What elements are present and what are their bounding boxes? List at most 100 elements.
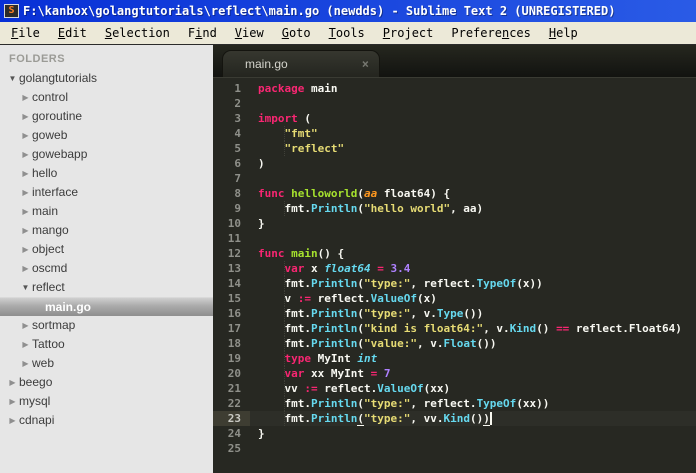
sidebar-item-main[interactable]: ▶ main	[0, 202, 213, 221]
menu-selection[interactable]: Selection	[96, 23, 179, 44]
sidebar-item-object[interactable]: ▶ object	[0, 240, 213, 259]
token: "kind is float64:"	[363, 322, 484, 335]
line-number: 25	[227, 442, 241, 455]
code-text: "fmt"	[250, 126, 696, 141]
sidebar-item-interface[interactable]: ▶ interface	[0, 183, 213, 202]
sidebar-item-mango[interactable]: ▶ mango	[0, 221, 213, 240]
code-line[interactable]: 19 type MyInt int	[213, 351, 696, 366]
code-line[interactable]: 5 "reflect"	[213, 141, 696, 156]
chevron-right-icon[interactable]: ▶	[19, 202, 32, 221]
code-line[interactable]: 15 v := reflect.ValueOf(x)	[213, 291, 696, 306]
line-number: 16	[227, 307, 241, 320]
sidebar-item-reflect[interactable]: ▼ reflect	[0, 278, 213, 297]
menu-file[interactable]: File	[2, 23, 49, 44]
code-line[interactable]: 20 var xx MyInt = 7	[213, 366, 696, 381]
line-number: 8	[234, 187, 241, 200]
token: (	[297, 112, 311, 125]
code-line[interactable]: 8 func helloworld(aa float64) {	[213, 186, 696, 201]
code-line[interactable]: 18 fmt.Println("value:", v.Float())	[213, 336, 696, 351]
code-line[interactable]: 10}	[213, 216, 696, 231]
code-line[interactable]: 11	[213, 231, 696, 246]
code-line[interactable]: 22 fmt.Println("type:", reflect.TypeOf(x…	[213, 396, 696, 411]
sidebar-item-goweb[interactable]: ▶ goweb	[0, 126, 213, 145]
chevron-right-icon[interactable]: ▶	[19, 183, 32, 202]
chevron-right-icon[interactable]: ▶	[19, 88, 32, 107]
token: ()	[469, 412, 484, 425]
chevron-down-icon[interactable]: ▼	[6, 69, 19, 88]
sidebar-item-main-go[interactable]: main.go	[0, 297, 213, 316]
code-line[interactable]: 23 fmt.Println("type:", vv.Kind())	[213, 411, 696, 426]
sidebar-item-goroutine[interactable]: ▶ goroutine	[0, 107, 213, 126]
sidebar-item-oscmd[interactable]: ▶ oscmd	[0, 259, 213, 278]
sidebar-item-golangtutorials[interactable]: ▼ golangtutorials	[0, 69, 213, 88]
code-line[interactable]: 24}	[213, 426, 696, 441]
menu-find[interactable]: Find	[179, 23, 226, 44]
code-editor[interactable]: 1 package main 2 3 import (4 "fmt" 5 "reflect…	[213, 77, 696, 473]
chevron-right-icon[interactable]: ▶	[19, 126, 32, 145]
sidebar-item-mysql[interactable]: ▶ mysql	[0, 392, 213, 411]
code-line[interactable]: 4 "fmt"	[213, 126, 696, 141]
token: MyInt	[311, 352, 358, 365]
chevron-right-icon[interactable]: ▶	[6, 392, 19, 411]
sidebar-item-hello[interactable]: ▶ hello	[0, 164, 213, 183]
tab-main-go[interactable]: main.go ×	[222, 50, 380, 77]
code-text: fmt.Println("type:", reflect.TypeOf(xx))	[250, 396, 696, 411]
chevron-right-icon[interactable]: ▶	[19, 316, 32, 335]
token: () {	[317, 247, 345, 260]
chevron-right-icon[interactable]: ▶	[19, 164, 32, 183]
line-number: 6	[234, 157, 241, 170]
code-line[interactable]: 13 var x float64 = 3.4	[213, 261, 696, 276]
sidebar-item-gowebapp[interactable]: ▶ gowebapp	[0, 145, 213, 164]
code-line[interactable]: 2	[213, 96, 696, 111]
code-line[interactable]: 1 package main	[213, 81, 696, 96]
folders-header: FOLDERS	[9, 53, 66, 65]
chevron-down-icon[interactable]: ▼	[19, 278, 32, 297]
sidebar-item-control[interactable]: ▶ control	[0, 88, 213, 107]
menu-goto[interactable]: Goto	[273, 23, 320, 44]
code-line[interactable]: 7	[213, 171, 696, 186]
chevron-right-icon[interactable]: ▶	[19, 259, 32, 278]
code-line[interactable]: 6)	[213, 156, 696, 171]
code-line[interactable]: 25	[213, 441, 696, 456]
tree-item-label: main.go	[45, 299, 92, 314]
chevron-right-icon[interactable]: ▶	[6, 411, 19, 430]
token: "fmt"	[284, 127, 318, 140]
code-line[interactable]: 21 vv := reflect.ValueOf(xx)	[213, 381, 696, 396]
token: "type:"	[363, 412, 411, 425]
code-line[interactable]: 3 import (	[213, 111, 696, 126]
chevron-right-icon[interactable]: ▶	[19, 145, 32, 164]
menu-edit[interactable]: Edit	[49, 23, 96, 44]
code-line[interactable]: 9 fmt.Println("hello world", aa)	[213, 201, 696, 216]
sidebar-item-beego[interactable]: ▶ beego	[0, 373, 213, 392]
line-number: 21	[227, 382, 241, 395]
chevron-right-icon[interactable]: ▶	[19, 221, 32, 240]
menu-view[interactable]: View	[226, 23, 273, 44]
sidebar-item-tattoo[interactable]: ▶ Tattoo	[0, 335, 213, 354]
sidebar-item-cdnapi[interactable]: ▶ cdnapi	[0, 411, 213, 430]
chevron-right-icon[interactable]: ▶	[19, 335, 32, 354]
sidebar-item-sortmap[interactable]: ▶ sortmap	[0, 316, 213, 335]
close-icon[interactable]: ×	[362, 57, 369, 71]
chevron-right-icon[interactable]: ▶	[6, 373, 19, 392]
menu-preferences[interactable]: Preferences	[442, 23, 540, 44]
code-line[interactable]: 14 fmt.Println("type:", reflect.TypeOf(x…	[213, 276, 696, 291]
menu-tools[interactable]: Tools	[320, 23, 374, 44]
sidebar-item-web[interactable]: ▶ web	[0, 354, 213, 373]
chevron-right-icon[interactable]: ▶	[19, 107, 32, 126]
chevron-right-icon[interactable]: ▶	[19, 240, 32, 259]
code-line[interactable]: 16 fmt.Println("type:", v.Type())	[213, 306, 696, 321]
token: Println	[310, 202, 358, 215]
title-bar[interactable]: S F:\kanbox\golangtutorials\reflect\main…	[0, 0, 696, 22]
code-line[interactable]: 12 func main() {	[213, 246, 696, 261]
menu-project[interactable]: Project	[374, 23, 443, 44]
chevron-right-icon[interactable]: ▶	[19, 354, 32, 373]
token: }	[258, 217, 265, 230]
tree-item-label: sortmap	[32, 318, 76, 332]
line-number: 13	[227, 262, 241, 275]
code-line[interactable]: 17 fmt.Println("kind is float64:", v.Kin…	[213, 321, 696, 336]
editor-pane: main.go × 1 package main 2 3 import (4 "fmt"…	[213, 45, 696, 473]
menu-help[interactable]: Help	[540, 23, 587, 44]
